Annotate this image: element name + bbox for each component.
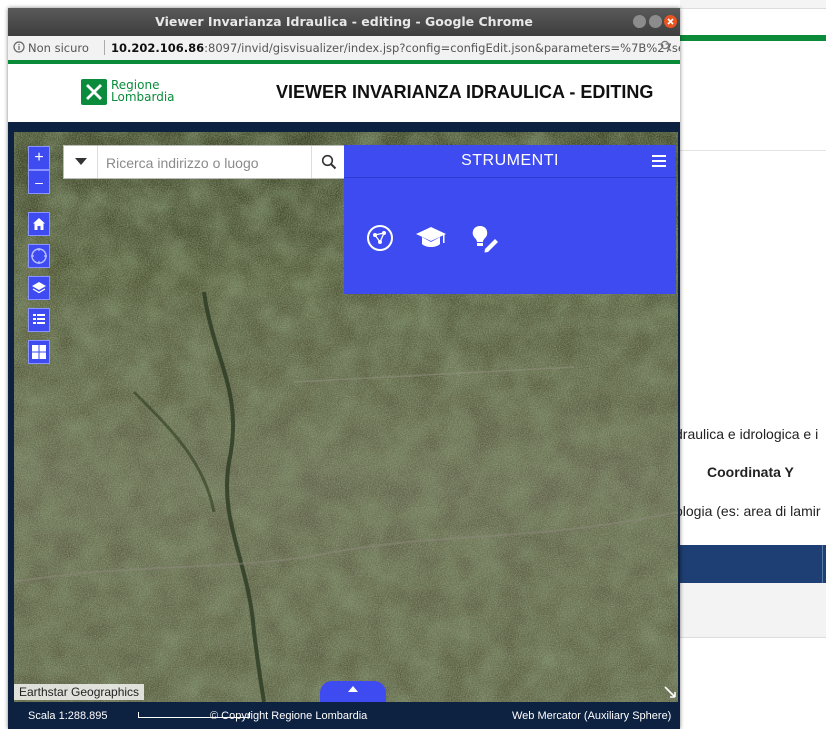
popup-window: Viewer Invarianza Idraulica - editing - … [8, 8, 680, 729]
layers-icon [32, 282, 46, 294]
logo-text: Regione Lombardia [111, 79, 175, 103]
close-icon [667, 18, 674, 25]
background-page-divider [680, 150, 826, 151]
close-window-button[interactable] [664, 15, 677, 28]
search-button[interactable] [311, 146, 346, 178]
info-icon[interactable] [13, 41, 25, 56]
background-column-label: Coordinata Y [707, 464, 794, 480]
home-icon [33, 218, 45, 230]
scale-label: Scala 1:288.895 [28, 710, 108, 722]
background-table-row [680, 583, 826, 638]
map-status-bar: Scala 1:288.895 © Copyright Regione Lomb… [8, 702, 680, 729]
zoom-in-button[interactable]: + [28, 146, 50, 170]
locate-icon [31, 248, 47, 264]
map-view[interactable]: + – STRUMENTI [14, 132, 678, 702]
copyright-text: © Copyright Regione Lombardia [210, 710, 368, 722]
search-input[interactable] [104, 153, 313, 173]
search-source-dropdown[interactable] [64, 146, 98, 178]
window-title: Viewer Invarianza Idraulica - editing - … [155, 14, 533, 29]
chevron-up-icon [348, 686, 358, 692]
measure-icon [367, 225, 393, 251]
security-label[interactable]: Non sicuro [28, 41, 89, 55]
search-widget [63, 145, 347, 179]
app-title: VIEWER INVARIANZA IDRAULICA - EDITING [276, 82, 654, 102]
bulb-edit-icon [472, 226, 498, 253]
layers-button[interactable] [28, 276, 50, 300]
home-button[interactable] [28, 212, 50, 236]
app-header: Regione Lombardia VIEWER INVARIANZA IDRA… [8, 64, 680, 122]
url-text[interactable]: 10.202.106.86:8097/invid/gisvisualizer/i… [111, 41, 680, 55]
url-path: :8097/invid/gisvisualizer/index.jsp?conf… [204, 41, 680, 55]
background-page-green-bar [680, 35, 826, 41]
maximize-button[interactable] [649, 15, 662, 28]
legend-icon [33, 314, 45, 324]
tools-panel-header[interactable]: STRUMENTI [344, 145, 676, 177]
hamburger-icon[interactable] [652, 153, 666, 169]
minimize-button[interactable] [633, 15, 646, 28]
address-bar[interactable]: Non sicuro 10.202.106.86:8097/invid/gisv… [8, 36, 680, 61]
resize-icon[interactable] [664, 686, 676, 698]
url-host: 10.202.106.86 [111, 41, 205, 55]
graduation-cap-icon [416, 227, 446, 247]
background-text-line: draulica e idrologica e i [675, 426, 819, 442]
background-table-header [680, 545, 826, 583]
legend-button[interactable] [28, 308, 50, 332]
edit-tool-button[interactable] [468, 222, 500, 254]
caret-down-icon [74, 158, 87, 165]
header-band [8, 122, 680, 131]
window-titlebar[interactable]: Viewer Invarianza Idraulica - editing - … [8, 8, 680, 36]
basemap-grid-icon [32, 345, 46, 359]
measure-tool-button[interactable] [364, 222, 396, 254]
map-attribution: Earthstar Geographics [14, 684, 145, 700]
tutorial-tool-button[interactable] [414, 222, 446, 254]
tools-panel [344, 177, 676, 294]
basemap-gallery-button[interactable] [28, 340, 50, 364]
projection-label: Web Mercator (Auxiliary Sphere) [512, 710, 672, 722]
tools-panel-title: STRUMENTI [461, 152, 559, 169]
address-separator [104, 40, 105, 55]
logo-line-2: Lombardia [111, 90, 175, 104]
background-text-line: ologia (es: area di lamir [675, 503, 821, 519]
collapse-panel-button[interactable] [320, 681, 386, 702]
zoom-out-button[interactable]: – [28, 170, 50, 194]
search-icon [321, 154, 337, 170]
locate-button[interactable] [28, 244, 50, 268]
zoom-icon[interactable] [660, 40, 672, 55]
background-page-topbar [680, 0, 826, 9]
regione-lombardia-logo-icon [81, 79, 107, 105]
